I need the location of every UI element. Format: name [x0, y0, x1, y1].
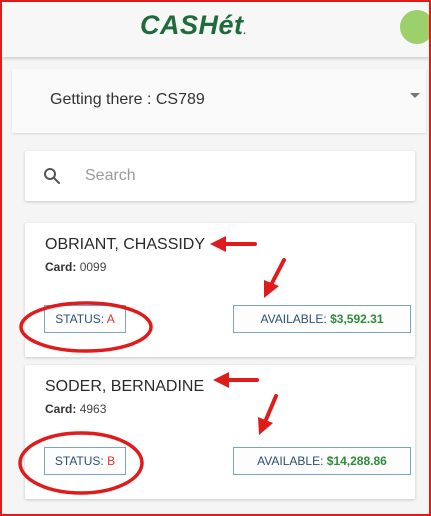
- status-value: B: [107, 454, 116, 468]
- program-select[interactable]: Getting there : CS789: [12, 69, 426, 133]
- status-label: STATUS:: [54, 454, 104, 468]
- available-value: $14,288.86: [326, 454, 387, 468]
- program-select-value: Getting there : CS789: [50, 91, 205, 108]
- search-icon: [44, 168, 60, 184]
- search-input[interactable]: Search: [85, 167, 136, 185]
- card-number-line: Card: 0099: [45, 260, 106, 274]
- card-number: 4963: [79, 402, 107, 416]
- cardholder-name: SODER, BERNADINE: [45, 378, 205, 395]
- status-label: STATUS:: [55, 312, 105, 326]
- available-label: AVAILABLE:: [257, 454, 324, 468]
- logo-text: CASHét: [140, 10, 244, 40]
- cardholder-name: OBRIANT, CHASSIDY: [45, 236, 206, 253]
- card-label: Card:: [45, 402, 77, 416]
- app-frame: CASHét. Getting there : CS789 Search OBR…: [0, 0, 431, 516]
- available-badge: AVAILABLE: $3,592.31: [233, 305, 411, 333]
- card-number-line: Card: 4963: [45, 402, 106, 416]
- card-label: Card:: [45, 260, 77, 274]
- available-value: $3,592.31: [330, 312, 384, 326]
- status-badge: STATUS: A: [44, 305, 126, 333]
- cardholder-card[interactable]: OBRIANT, CHASSIDY Card: 0099 STATUS: A A…: [25, 223, 415, 357]
- app-header: CASHét.: [2, 2, 429, 57]
- available-label: AVAILABLE:: [260, 312, 327, 326]
- app-logo: CASHét.: [140, 10, 247, 41]
- card-number: 0099: [79, 260, 107, 274]
- status-value: A: [106, 312, 115, 326]
- available-badge: AVAILABLE: $14,288.86: [233, 447, 411, 475]
- logo-suffix: .: [243, 26, 247, 37]
- chevron-down-icon: [410, 93, 420, 98]
- cardholder-card[interactable]: SODER, BERNADINE Card: 4963 STATUS: B AV…: [25, 365, 415, 499]
- search-box[interactable]: Search: [25, 151, 415, 201]
- status-badge: STATUS: B: [44, 447, 126, 475]
- avatar[interactable]: [400, 10, 429, 44]
